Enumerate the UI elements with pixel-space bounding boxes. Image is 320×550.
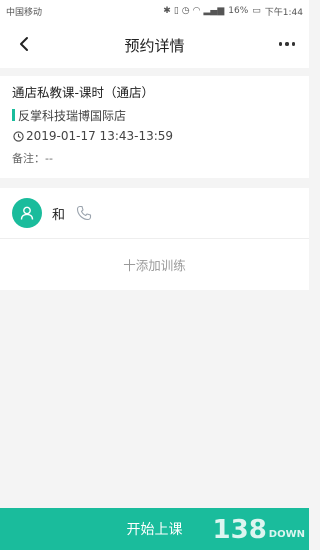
course-name: 通店私教课-课时（通店） <box>12 85 155 100</box>
wifi-icon: ◠ <box>192 6 201 16</box>
appointment-time: 2019-01-17 13:43-13:59 <box>26 129 174 143</box>
store-marker <box>12 109 15 121</box>
more-dot-icon <box>278 42 283 46</box>
store-name: 反掌科技瑞博国际店 <box>18 108 127 123</box>
signal-icon: ▂▄▆ <box>203 6 225 16</box>
member-row: 和 <box>0 188 309 239</box>
status-icons: ✱ ▯ ◷ ◠ ▂▄▆ <box>163 6 224 16</box>
time-row: 2019-01-17 13:43-13:59 <box>12 127 297 145</box>
watermark-number: 138 <box>212 515 267 545</box>
page-title: 预约详情 <box>124 36 185 55</box>
back-button[interactable] <box>14 34 34 54</box>
add-training-button[interactable]: 十添加训练 <box>0 239 309 290</box>
more-dot-icon <box>291 42 296 46</box>
alarm-icon: ◷ <box>181 6 190 16</box>
chevron-left-icon <box>20 37 28 51</box>
watermark-logo: 138 DOWN <box>213 512 305 548</box>
phone-icon[interactable] <box>75 204 93 222</box>
member-name: 和 <box>52 207 66 223</box>
clock-icon <box>12 130 24 142</box>
vibrate-icon: ▯ <box>173 6 179 16</box>
battery-icon: ▭ <box>252 6 261 16</box>
status-right: ✱ ▯ ◷ ◠ ▂▄▆ 16% ▭ 下午1:44 <box>163 5 303 18</box>
note-row: 备注： -- <box>12 149 297 167</box>
appointment-detail-card: 通店私教课-课时（通店） 反掌科技瑞博国际店 2019-01-17 13:43-… <box>0 76 309 178</box>
status-bar: 中国移动 ✱ ▯ ◷ ◠ ▂▄▆ 16% ▭ 下午1:44 <box>0 0 309 22</box>
carrier-label: 中国移动 <box>6 7 43 18</box>
note-label: 备注： <box>12 152 45 165</box>
bluetooth-icon: ✱ <box>163 6 171 16</box>
more-options-button[interactable] <box>275 34 299 54</box>
more-dot-icon <box>285 42 289 46</box>
note-value: -- <box>45 151 53 165</box>
store-row: 反掌科技瑞博国际店 <box>12 106 297 124</box>
battery-level: 16% <box>228 6 249 16</box>
user-icon <box>20 206 34 220</box>
watermark-word: DOWN <box>268 528 305 540</box>
status-time: 下午1:44 <box>264 7 303 18</box>
nav-bar: 预约详情 <box>0 22 309 68</box>
member-card: 和 十添加训练 <box>0 188 309 290</box>
avatar[interactable] <box>12 198 42 228</box>
